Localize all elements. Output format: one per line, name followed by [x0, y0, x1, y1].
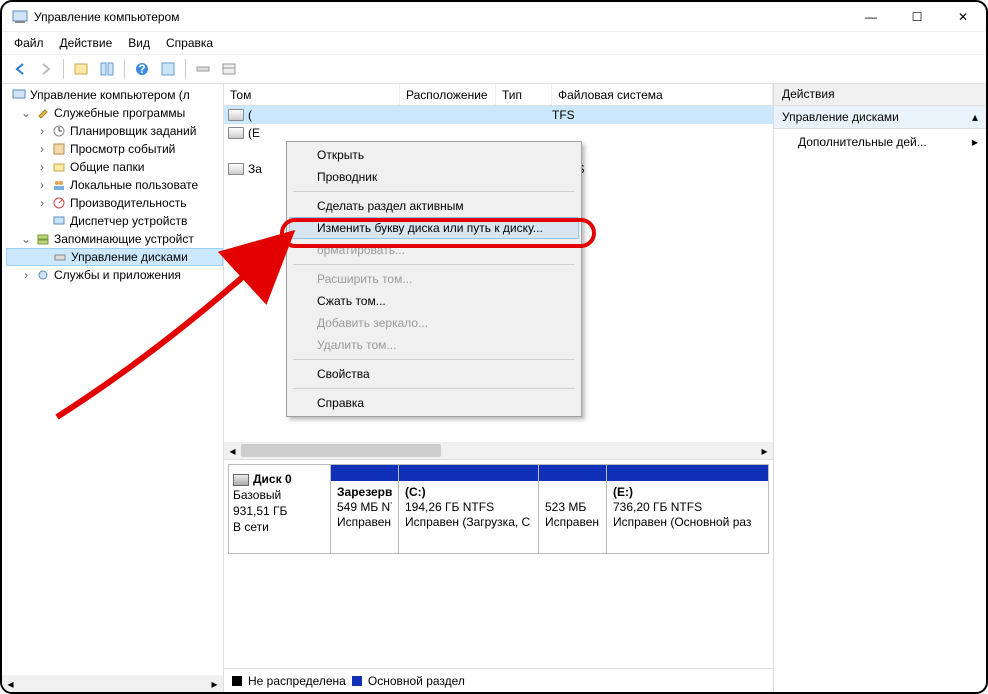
expand-icon[interactable]: › [36, 142, 48, 156]
ctx-open[interactable]: Открыть [289, 144, 579, 166]
close-button[interactable]: ✕ [940, 2, 986, 32]
services-icon [35, 267, 51, 283]
volume-list-hscroll[interactable]: ◂ ▸ [224, 442, 773, 459]
actions-header: Действия [774, 84, 986, 106]
svg-text:?: ? [138, 62, 145, 76]
actions-more[interactable]: Дополнительные дей... ▸ [774, 129, 986, 155]
volume-icon [228, 163, 244, 175]
volume-icon [228, 109, 244, 121]
disk-info[interactable]: Диск 0 Базовый 931,51 ГБ В сети [229, 465, 331, 553]
actions-panel: Действия Управление дисками ▴ Дополнител… [774, 84, 986, 692]
minimize-button[interactable]: — [848, 2, 894, 32]
disk-icon [233, 474, 249, 486]
toolbar-icon-4[interactable] [191, 57, 215, 81]
tree-shared-folders[interactable]: › Общие папки [6, 158, 223, 176]
expand-icon[interactable]: › [36, 160, 48, 174]
menu-action[interactable]: Действие [54, 34, 119, 52]
ctx-properties[interactable]: Свойства [289, 363, 579, 385]
expand-icon[interactable]: › [36, 124, 48, 138]
ctx-extend: Расширить том... [289, 268, 579, 290]
tree-device-manager[interactable]: › Диспетчер устройств [6, 212, 223, 230]
forward-button[interactable] [34, 57, 58, 81]
ctx-make-active[interactable]: Сделать раздел активным [289, 195, 579, 217]
disk-icon [52, 249, 68, 265]
expand-icon[interactable]: › [36, 178, 48, 192]
window-frame: Управление компьютером — ☐ ✕ Файл Действ… [0, 0, 988, 694]
ctx-delete: Удалить том... [289, 334, 579, 356]
ctx-add-mirror: Добавить зеркало... [289, 312, 579, 334]
back-button[interactable] [8, 57, 32, 81]
users-icon [51, 177, 67, 193]
collapse-icon: ▴ [972, 110, 978, 124]
menu-view[interactable]: Вид [122, 34, 156, 52]
tree-storage[interactable]: ⌄ Запоминающие устройст [6, 230, 223, 248]
storage-icon [35, 231, 51, 247]
toolbar-icon-1[interactable] [69, 57, 93, 81]
col-type[interactable]: Тип [496, 84, 552, 105]
toolbar: ? [2, 54, 986, 84]
tree-hscroll[interactable]: ◂ ▸ [2, 675, 223, 692]
tree-disk-management[interactable]: › Управление дисками [6, 248, 223, 266]
help-icon[interactable]: ? [130, 57, 154, 81]
col-volume[interactable]: Том [224, 84, 400, 105]
tree-local-users[interactable]: › Локальные пользовате [6, 176, 223, 194]
volume-row[interactable]: ( TFS [224, 106, 773, 124]
ctx-explorer[interactable]: Проводник [289, 166, 579, 188]
menu-help[interactable]: Справка [160, 34, 219, 52]
folder-icon [51, 159, 67, 175]
actions-section-diskmgmt[interactable]: Управление дисками ▴ [774, 106, 986, 129]
partition-reserved[interactable]: Зарезерв 549 МБ NT Исправен [331, 465, 399, 553]
tools-icon [35, 105, 51, 121]
volume-list-header: Том Расположение Тип Файловая система [224, 84, 773, 106]
volume-icon [228, 127, 244, 139]
clock-icon [51, 123, 67, 139]
scroll-left-icon[interactable]: ◂ [2, 675, 19, 692]
tree-root[interactable]: Управление компьютером (л [6, 86, 223, 104]
nav-tree-panel: Управление компьютером (л ⌄ Служебные пр… [2, 84, 224, 692]
toolbar-icon-3[interactable] [156, 57, 180, 81]
tree-task-scheduler[interactable]: › Планировщик заданий [6, 122, 223, 140]
perf-icon [51, 195, 67, 211]
disk-graphical-view: Диск 0 Базовый 931,51 ГБ В сети Зарезерв… [224, 459, 773, 668]
volume-row[interactable]: (E [224, 124, 773, 142]
ctx-shrink[interactable]: Сжать том... [289, 290, 579, 312]
toolbar-icon-5[interactable] [217, 57, 241, 81]
collapse-icon[interactable]: ⌄ [20, 232, 32, 246]
chevron-right-icon: ▸ [972, 135, 978, 149]
legend-swatch-primary [352, 676, 362, 686]
window-title: Управление компьютером [34, 10, 848, 24]
partition-e[interactable]: (E:) 736,20 ГБ NTFS Исправен (Основной р… [607, 465, 768, 553]
col-filesystem[interactable]: Файловая система [552, 84, 773, 105]
legend: Не распределена Основной раздел [224, 668, 773, 692]
title-bar: Управление компьютером — ☐ ✕ [2, 2, 986, 32]
ctx-change-drive-letter[interactable]: Изменить букву диска или путь к диску... [289, 217, 579, 239]
col-layout[interactable]: Расположение [400, 84, 496, 105]
tree-services[interactable]: › Службы и приложения [6, 266, 223, 284]
app-icon [12, 9, 28, 25]
partition-recovery[interactable]: 523 МБ Исправен [539, 465, 607, 553]
tree-performance[interactable]: › Производительность [6, 194, 223, 212]
partition-c[interactable]: (C:) 194,26 ГБ NTFS Исправен (Загрузка, … [399, 465, 539, 553]
computer-icon [11, 87, 27, 103]
scroll-right-icon[interactable]: ▸ [206, 675, 223, 692]
context-menu: Открыть Проводник Сделать раздел активны… [286, 141, 582, 417]
scroll-right-icon[interactable]: ▸ [756, 442, 773, 459]
menu-file[interactable]: Файл [8, 34, 50, 52]
expand-icon[interactable]: › [36, 196, 48, 210]
scroll-thumb[interactable] [241, 444, 441, 457]
event-icon [51, 141, 67, 157]
legend-swatch-unallocated [232, 676, 242, 686]
tree-event-viewer[interactable]: › Просмотр событий [6, 140, 223, 158]
toolbar-icon-2[interactable] [95, 57, 119, 81]
ctx-help[interactable]: Справка [289, 392, 579, 414]
expand-icon[interactable]: › [20, 268, 32, 282]
collapse-icon[interactable]: ⌄ [20, 106, 32, 120]
menu-bar: Файл Действие Вид Справка [2, 32, 986, 54]
ctx-format: орматировать... [289, 239, 579, 261]
device-icon [51, 213, 67, 229]
tree-system-tools[interactable]: ⌄ Служебные программы [6, 104, 223, 122]
scroll-left-icon[interactable]: ◂ [224, 442, 241, 459]
maximize-button[interactable]: ☐ [894, 2, 940, 32]
